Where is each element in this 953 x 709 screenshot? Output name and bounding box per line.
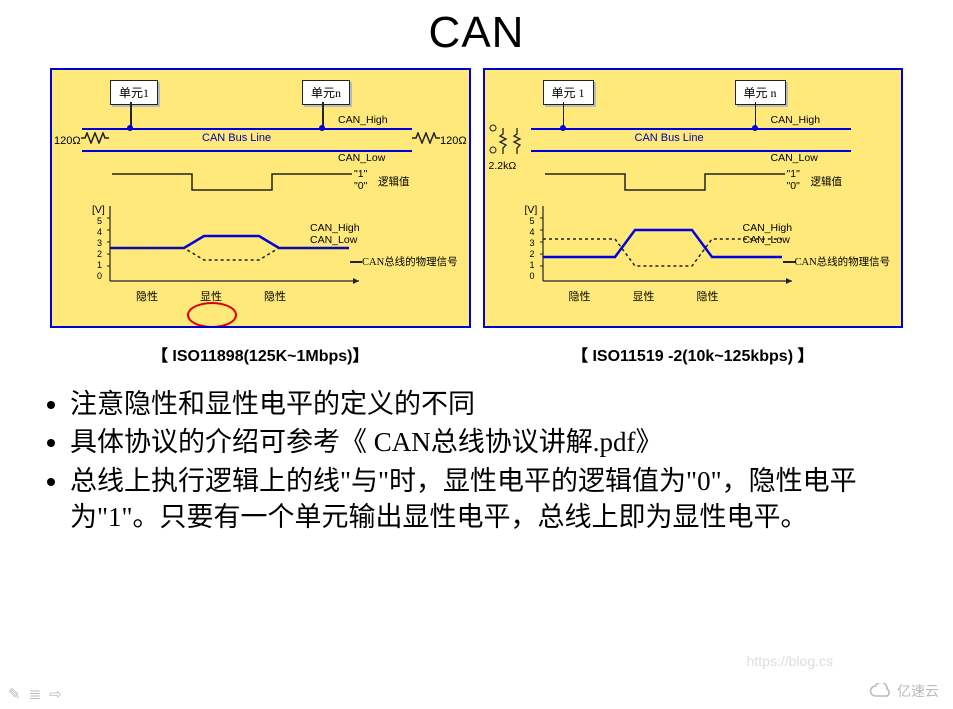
can-high-label: CAN_High <box>338 114 388 126</box>
vunit-label: [V] <box>92 204 105 216</box>
panel-iso11898: 单元1 单元n CAN Bus Line CAN_High CAN_Low 12… <box>50 68 471 366</box>
seg-c: 隐性 <box>697 288 719 304</box>
sig-high-label: CAN_High <box>743 222 793 234</box>
next-arrow-icon[interactable]: ⇨ <box>49 685 62 703</box>
tap-dot <box>752 125 758 131</box>
sig-low-label: CAN_Low <box>310 234 357 246</box>
bullet-item: 注意隐性和显性电平的定义的不同 <box>70 386 913 422</box>
source-url: https://blog.cs <box>747 653 833 669</box>
bullet-item: 总线上执行逻辑上的线"与"时，显性电平的逻辑值为"0"，隐性电平为"1"。只要有… <box>70 463 913 536</box>
seg-a: 隐性 <box>136 288 158 304</box>
page-title: CAN <box>0 8 953 58</box>
brand-watermark: 亿速云 <box>869 681 939 701</box>
y-axis-ticks: 543210 <box>521 216 535 282</box>
logic-waveform <box>112 170 352 196</box>
logic1-label: "1" <box>354 168 367 180</box>
circle-annotation <box>187 302 237 328</box>
slide-toolbar: ✎ ≣ ⇨ <box>8 685 62 703</box>
caption-right: 【 ISO11519 -2(10k~125kbps) 】 <box>483 342 904 366</box>
logic1-label: "1" <box>787 168 800 180</box>
logic-label: 逻辑值 <box>378 174 410 189</box>
bullet-list: 注意隐性和显性电平的定义的不同 具体协议的介绍可参考《 CAN总线协议讲解.pd… <box>0 382 953 536</box>
can-low-label: CAN_Low <box>338 152 385 164</box>
pen-icon[interactable]: ✎ <box>8 685 21 703</box>
seg-b: 显性 <box>200 288 222 304</box>
panel-box-right: 单元 1 单元 n CAN Bus Line CAN_High CAN_Low … <box>483 68 904 328</box>
unit1-box: 单元 1 <box>543 80 594 105</box>
arrow-to-phys <box>783 261 795 263</box>
logic0-label: "0" <box>354 180 367 192</box>
menu-icon[interactable]: ≣ <box>29 685 42 703</box>
term-right: 120Ω <box>412 132 467 147</box>
seg-c: 隐性 <box>264 288 286 304</box>
line-end-icon <box>487 120 531 160</box>
term-left: 2.2kΩ <box>489 160 517 172</box>
y-axis-ticks: 543210 <box>88 216 102 282</box>
seg-a: 隐性 <box>569 288 591 304</box>
phys-label: CAN总线的物理信号 <box>795 254 891 269</box>
sig-high-label: CAN_High <box>310 222 360 234</box>
voltage-chart-right <box>537 206 797 296</box>
unit1-box: 单元1 <box>110 80 158 105</box>
busline-label: CAN Bus Line <box>635 132 704 144</box>
diagram-row: 单元1 单元n CAN Bus Line CAN_High CAN_Low 12… <box>0 68 953 366</box>
logic-label: 逻辑值 <box>811 174 843 189</box>
phys-label: CAN总线的物理信号 <box>362 254 458 269</box>
unitn-box: 单元n <box>302 80 350 105</box>
tap-dot <box>560 125 566 131</box>
panel-box-left: 单元1 单元n CAN Bus Line CAN_High CAN_Low 12… <box>50 68 471 328</box>
can-low-label: CAN_Low <box>771 152 818 164</box>
seg-b: 显性 <box>633 288 655 304</box>
vunit-label: [V] <box>525 204 538 216</box>
unitn-box: 单元 n <box>735 80 786 105</box>
can-high-label: CAN_High <box>771 114 821 126</box>
panel-iso11519: 单元 1 单元 n CAN Bus Line CAN_High CAN_Low … <box>483 68 904 366</box>
cloud-icon <box>869 683 891 699</box>
tap-dot <box>319 125 325 131</box>
busline-label: CAN Bus Line <box>202 132 271 144</box>
logic-waveform <box>545 170 785 196</box>
arrow-to-phys <box>350 261 362 263</box>
bus-can-high <box>531 128 851 130</box>
tap-dot <box>127 125 133 131</box>
caption-left: 【 ISO11898(125K~1Mbps)】 <box>50 342 471 366</box>
logic0-label: "0" <box>787 180 800 192</box>
bullet-item: 具体协议的介绍可参考《 CAN总线协议讲解.pdf》 <box>70 424 913 460</box>
voltage-chart-left <box>104 206 364 296</box>
term-left: 120Ω <box>54 132 109 147</box>
sig-low-label: CAN_Low <box>743 234 790 246</box>
